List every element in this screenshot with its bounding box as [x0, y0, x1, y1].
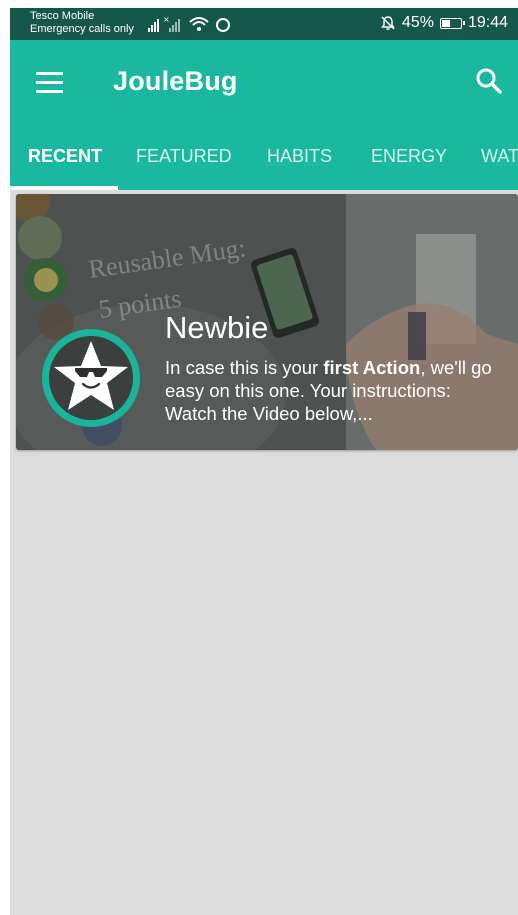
- emergency-calls-text: Emergency calls only: [30, 23, 134, 35]
- card-description: In case this is your first Action, we'll…: [165, 356, 500, 425]
- battery-icon: [439, 17, 465, 29]
- tab-habits[interactable]: HABITS: [267, 128, 332, 190]
- app-screen: Tesco Mobile Emergency calls only × 45% …: [10, 8, 518, 915]
- action-card[interactable]: Reusable Mug: 5 points Newbie In case th…: [16, 194, 518, 450]
- status-bar: Tesco Mobile Emergency calls only × 45% …: [10, 8, 518, 40]
- app-title: JouleBug: [113, 66, 238, 96]
- battery-percent: 45%: [401, 14, 434, 31]
- battery-level: [441, 19, 450, 27]
- carrier-name: Tesco Mobile: [30, 10, 95, 22]
- app-bar: JouleBug RECENT FEATURED HABITS ENERGY W…: [10, 40, 518, 190]
- tab-recent[interactable]: RECENT: [28, 128, 102, 190]
- card-desc-bold: first Action: [323, 357, 421, 378]
- tab-water[interactable]: WAT: [481, 128, 518, 190]
- clock: 19:44: [467, 14, 508, 31]
- status-right: 45% 19:44: [380, 14, 508, 32]
- bell-off-icon: [381, 16, 395, 30]
- tab-energy[interactable]: ENERGY: [371, 128, 447, 190]
- hamburger-menu-icon[interactable]: [36, 70, 64, 94]
- category-tabs: RECENT FEATURED HABITS ENERGY WAT: [10, 128, 518, 190]
- card-desc-part1: In case this is your: [165, 357, 324, 378]
- carrier-info: Tesco Mobile Emergency calls only: [30, 10, 134, 36]
- tab-featured[interactable]: FEATURED: [136, 128, 232, 190]
- svg-text:×: ×: [163, 15, 170, 24]
- active-tab-indicator: [10, 186, 118, 190]
- search-icon[interactable]: [474, 66, 504, 96]
- star-sunglasses-badge-icon: [42, 329, 140, 427]
- signal-wifi-icons: ×: [148, 15, 230, 32]
- card-title: Newbie: [165, 310, 269, 345]
